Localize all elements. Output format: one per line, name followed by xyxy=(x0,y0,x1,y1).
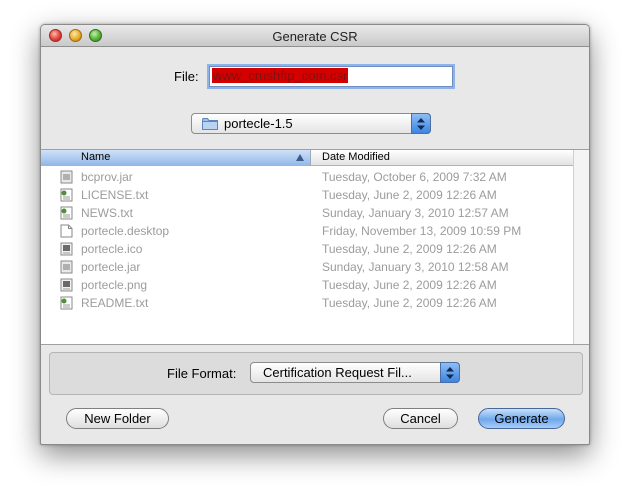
cancel-button[interactable]: Cancel xyxy=(383,408,458,429)
folder-location-label: portecle-1.5 xyxy=(224,116,293,131)
file-row[interactable]: LICENSE.txt Tuesday, June 2, 2009 12:26 … xyxy=(41,186,573,204)
file-row[interactable]: portecle.jar Sunday, January 3, 2010 12:… xyxy=(41,258,573,276)
text-file-icon xyxy=(60,188,73,202)
window-title: Generate CSR xyxy=(272,29,358,44)
jar-file-icon xyxy=(60,170,73,184)
file-date: Friday, November 13, 2009 10:59 PM xyxy=(322,224,522,238)
file-name: portecle.desktop xyxy=(81,224,170,238)
file-row[interactable]: portecle.png Tuesday, June 2, 2009 12:26… xyxy=(41,276,573,294)
file-format-label: File Format: xyxy=(167,366,237,381)
file-name-value: www_crushftp_com.csr xyxy=(212,68,349,83)
file-row[interactable]: README.txt Tuesday, June 2, 2009 12:26 A… xyxy=(41,294,573,312)
file-name: portecle.ico xyxy=(81,242,143,256)
file-name: NEWS.txt xyxy=(81,206,134,220)
file-name: LICENSE.txt xyxy=(81,188,149,202)
title-bar[interactable]: Generate CSR xyxy=(41,25,589,47)
file-format-value: Certification Request Fil... xyxy=(263,365,412,380)
date-modified-column-header[interactable]: Date Modified xyxy=(322,151,390,163)
file-date: Tuesday, October 6, 2009 7:32 AM xyxy=(322,170,507,184)
jar-file-icon xyxy=(60,260,73,274)
file-format-popup[interactable]: Certification Request Fil... xyxy=(250,362,460,383)
file-browser: Name Date Modified bcprov.jar Tuesday, O… xyxy=(41,149,589,345)
file-name: bcprov.jar xyxy=(81,170,133,184)
new-folder-button[interactable]: New Folder xyxy=(66,408,169,429)
generate-button[interactable]: Generate xyxy=(478,408,565,429)
document-icon xyxy=(60,224,73,238)
file-date: Sunday, January 3, 2010 12:57 AM xyxy=(322,206,509,220)
file-name: portecle.png xyxy=(81,278,148,292)
name-column-header[interactable]: Name xyxy=(41,150,311,166)
file-date: Tuesday, June 2, 2009 12:26 AM xyxy=(322,188,497,202)
folder-location-popup[interactable]: portecle-1.5 xyxy=(191,113,431,134)
file-date: Tuesday, June 2, 2009 12:26 AM xyxy=(322,242,497,256)
file-label: File: xyxy=(174,69,199,84)
file-name: README.txt xyxy=(81,296,149,310)
file-format-group: File Format: Certification Request Fil..… xyxy=(49,352,583,395)
up-down-arrows-icon xyxy=(411,113,431,134)
up-down-arrows-icon xyxy=(440,362,460,383)
column-header: Name Date Modified xyxy=(41,150,573,166)
vertical-scrollbar[interactable] xyxy=(573,150,589,344)
folder-icon xyxy=(202,118,218,130)
file-date: Sunday, January 3, 2010 12:58 AM xyxy=(322,260,509,274)
text-file-icon xyxy=(60,206,73,220)
file-name: portecle.jar xyxy=(81,260,141,274)
file-date: Tuesday, June 2, 2009 12:26 AM xyxy=(322,278,497,292)
name-column-label: Name xyxy=(81,151,111,163)
file-row[interactable]: portecle.ico Tuesday, June 2, 2009 12:26… xyxy=(41,240,573,258)
sort-ascending-icon xyxy=(296,154,304,161)
image-file-icon xyxy=(60,278,73,292)
file-row[interactable]: portecle.desktop Friday, November 13, 20… xyxy=(41,222,573,240)
file-row[interactable]: bcprov.jar Tuesday, October 6, 2009 7:32… xyxy=(41,168,573,186)
generate-csr-dialog: Generate CSR File: www_crushftp_com.csr … xyxy=(40,24,590,445)
file-date: Tuesday, June 2, 2009 12:26 AM xyxy=(322,296,497,310)
file-name-input[interactable]: www_crushftp_com.csr xyxy=(209,66,453,87)
file-row[interactable]: NEWS.txt Sunday, January 3, 2010 12:57 A… xyxy=(41,204,573,222)
image-file-icon xyxy=(60,242,73,256)
text-file-icon xyxy=(60,296,73,310)
